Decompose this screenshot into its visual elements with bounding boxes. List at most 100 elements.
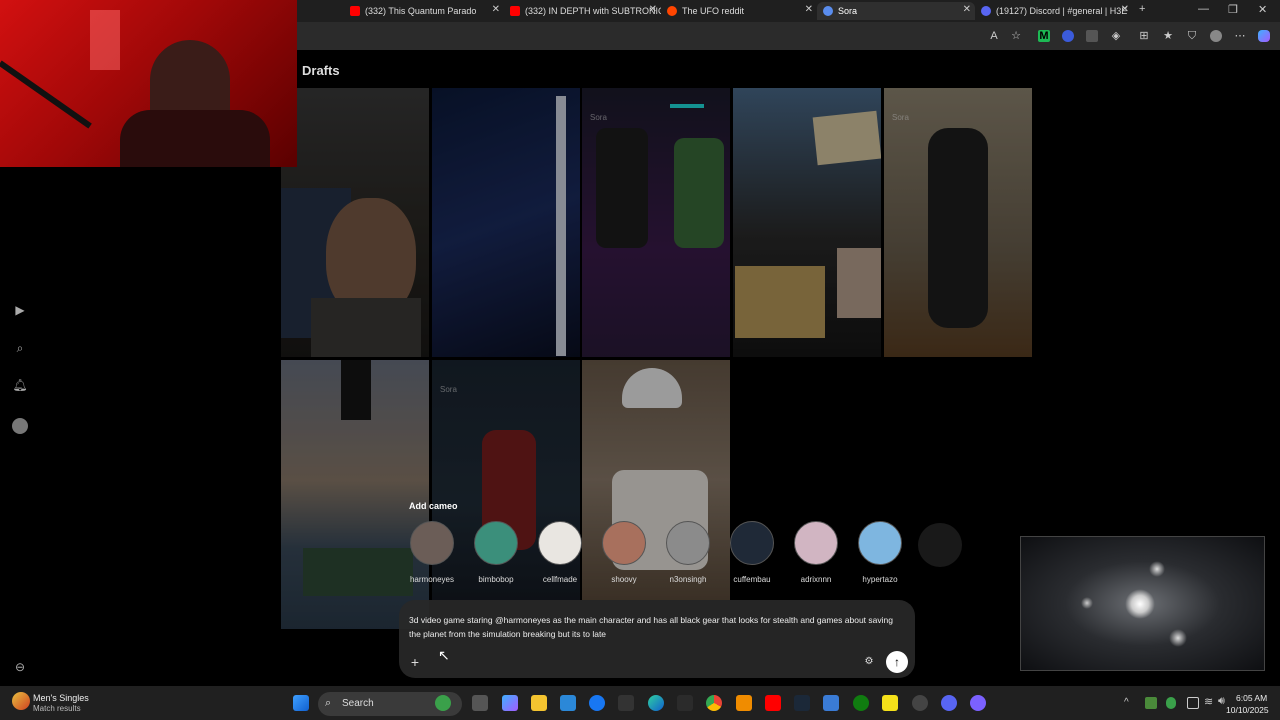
new-tab-button[interactable]: + (1139, 3, 1145, 15)
widget-sports-icon[interactable] (12, 692, 30, 710)
tab-youtube-subtronic[interactable]: (332) IN DEPTH with SUBTRONIC ✕ (504, 2, 661, 20)
cameo-item[interactable]: shoovy (594, 521, 654, 584)
microphone-icon[interactable] (1166, 697, 1176, 709)
draft-tile[interactable] (281, 360, 429, 629)
app-icon[interactable] (970, 695, 986, 711)
cameo-avatar[interactable] (666, 521, 710, 565)
play-icon[interactable]: ▶ (12, 302, 28, 318)
amazon-icon[interactable] (618, 695, 634, 711)
favorite-star-icon[interactable]: ☆ (1010, 30, 1022, 42)
extension-icon[interactable] (1086, 30, 1098, 42)
mic-arm-shape (0, 60, 92, 129)
windows-start-icon[interactable] (293, 695, 309, 711)
clock-time[interactable]: 6:05 AM (1236, 693, 1267, 703)
app-icon[interactable] (823, 695, 839, 711)
extension-icon[interactable] (1062, 30, 1074, 42)
cameo-name: cuffembau (733, 575, 771, 584)
cameo-avatar[interactable] (474, 521, 518, 565)
volume-icon[interactable]: 🔊︎ (1218, 695, 1225, 708)
cameo-avatar[interactable] (794, 521, 838, 565)
draft-tile[interactable] (733, 88, 881, 357)
draft-tile[interactable] (281, 88, 429, 357)
chrome-icon[interactable] (706, 695, 722, 711)
sticky-notes-icon[interactable] (882, 695, 898, 711)
close-icon[interactable]: ✕ (963, 4, 971, 15)
draft-tile[interactable]: Sora (582, 88, 730, 357)
close-window-button[interactable]: ✕ (1258, 3, 1267, 16)
tab-discord[interactable]: (19127) Discord | #general | H3E ✕ (975, 2, 1133, 20)
widget-subtitle[interactable]: Match results (33, 704, 81, 713)
file-explorer-icon[interactable] (531, 695, 547, 711)
draft-tile[interactable] (432, 88, 580, 357)
close-icon[interactable]: ✕ (649, 4, 657, 15)
edge-icon[interactable] (648, 695, 664, 711)
task-view-icon[interactable] (472, 695, 488, 711)
xbox-icon[interactable] (853, 695, 869, 711)
display-icon[interactable] (1187, 697, 1199, 709)
cameo-avatar[interactable] (602, 521, 646, 565)
more-menu-icon[interactable]: ⋯ (1234, 30, 1246, 42)
close-icon[interactable]: ✕ (805, 4, 813, 15)
discord-icon[interactable] (941, 695, 957, 711)
collapse-icon[interactable]: ⊖ (12, 659, 28, 675)
cameo-item[interactable]: harmoneyes (402, 521, 462, 584)
maximize-button[interactable]: ❐ (1228, 3, 1238, 16)
youtube-icon (350, 6, 360, 16)
cameo-avatar[interactable] (538, 521, 582, 565)
steam-icon[interactable] (794, 695, 810, 711)
tab-ufo-reddit[interactable]: The UFO reddit ✕ (661, 2, 817, 20)
cameo-item[interactable]: n3onsingh (658, 521, 718, 584)
cameo-avatar-partial[interactable] (918, 523, 962, 567)
profile-icon[interactable] (12, 418, 28, 434)
settings-sliders-icon[interactable]: ⚙ (861, 654, 877, 670)
favorites-icon[interactable]: ★ (1162, 30, 1174, 42)
shield-icon[interactable]: ⛉ (1186, 30, 1198, 42)
app-icon[interactable] (677, 695, 693, 711)
youtube-icon[interactable] (765, 695, 781, 711)
clock-date[interactable]: 10/10/2025 (1226, 705, 1269, 715)
draft-tile[interactable]: Sora (884, 88, 1032, 357)
store-icon[interactable] (560, 695, 576, 711)
wifi-icon[interactable]: ≋ (1204, 695, 1213, 708)
prompt-input[interactable]: 3d video game staring @harmoneyes as the… (409, 613, 899, 641)
copilot-icon[interactable] (502, 695, 518, 711)
send-button[interactable]: ↑ (886, 651, 908, 673)
app-icon[interactable] (912, 695, 928, 711)
bell-icon[interactable]: 🔔︎ (12, 377, 28, 393)
cameo-avatar[interactable] (410, 521, 454, 565)
cameo-item[interactable]: adrixnnn (786, 521, 846, 584)
prompt-box[interactable]: 3d video game staring @harmoneyes as the… (399, 600, 915, 678)
copilot-icon[interactable] (1258, 30, 1270, 42)
split-screen-icon[interactable]: ⊞ (1138, 30, 1150, 42)
cameo-avatar[interactable] (858, 521, 902, 565)
read-aloud-icon[interactable]: A (988, 30, 1000, 42)
tab-label: Sora (838, 6, 858, 16)
close-icon[interactable]: ✕ (492, 4, 500, 15)
tab-youtube-quantum[interactable]: (332) This Quantum Parado ✕ (344, 2, 504, 20)
light-orb-shape (1125, 589, 1155, 619)
search-icon[interactable]: ⌕ (12, 340, 28, 356)
profile-avatar-icon[interactable] (1210, 30, 1222, 42)
cameo-item[interactable]: cellfmade (530, 521, 590, 584)
facebook-icon[interactable] (589, 695, 605, 711)
cameo-item[interactable]: cuffembau (722, 521, 782, 584)
cameo-name: hypertazo (862, 575, 898, 584)
cameo-item[interactable]: bimbobop (466, 521, 526, 584)
vlc-icon[interactable] (736, 695, 752, 711)
cameo-avatar[interactable] (730, 521, 774, 565)
taskbar-search-label: Search (342, 698, 374, 709)
sora-icon (823, 6, 833, 16)
tab-sora[interactable]: Sora ✕ (817, 2, 975, 20)
widget-title[interactable]: Men's Singles (33, 693, 89, 703)
cameo-item[interactable]: hypertazo (850, 521, 910, 584)
chevron-up-icon[interactable]: ^ (1124, 697, 1129, 708)
minimize-button[interactable]: — (1198, 3, 1209, 15)
tray-icon[interactable] (1145, 697, 1157, 709)
add-attachment-button[interactable]: + (407, 654, 423, 670)
page-title: Drafts (302, 63, 340, 78)
extension-m-icon[interactable]: M (1038, 30, 1050, 42)
extension-icon[interactable]: ◈ (1110, 30, 1122, 42)
discord-icon (981, 6, 991, 16)
close-icon[interactable]: ✕ (1121, 4, 1129, 15)
cameo-name: shoovy (611, 575, 637, 584)
